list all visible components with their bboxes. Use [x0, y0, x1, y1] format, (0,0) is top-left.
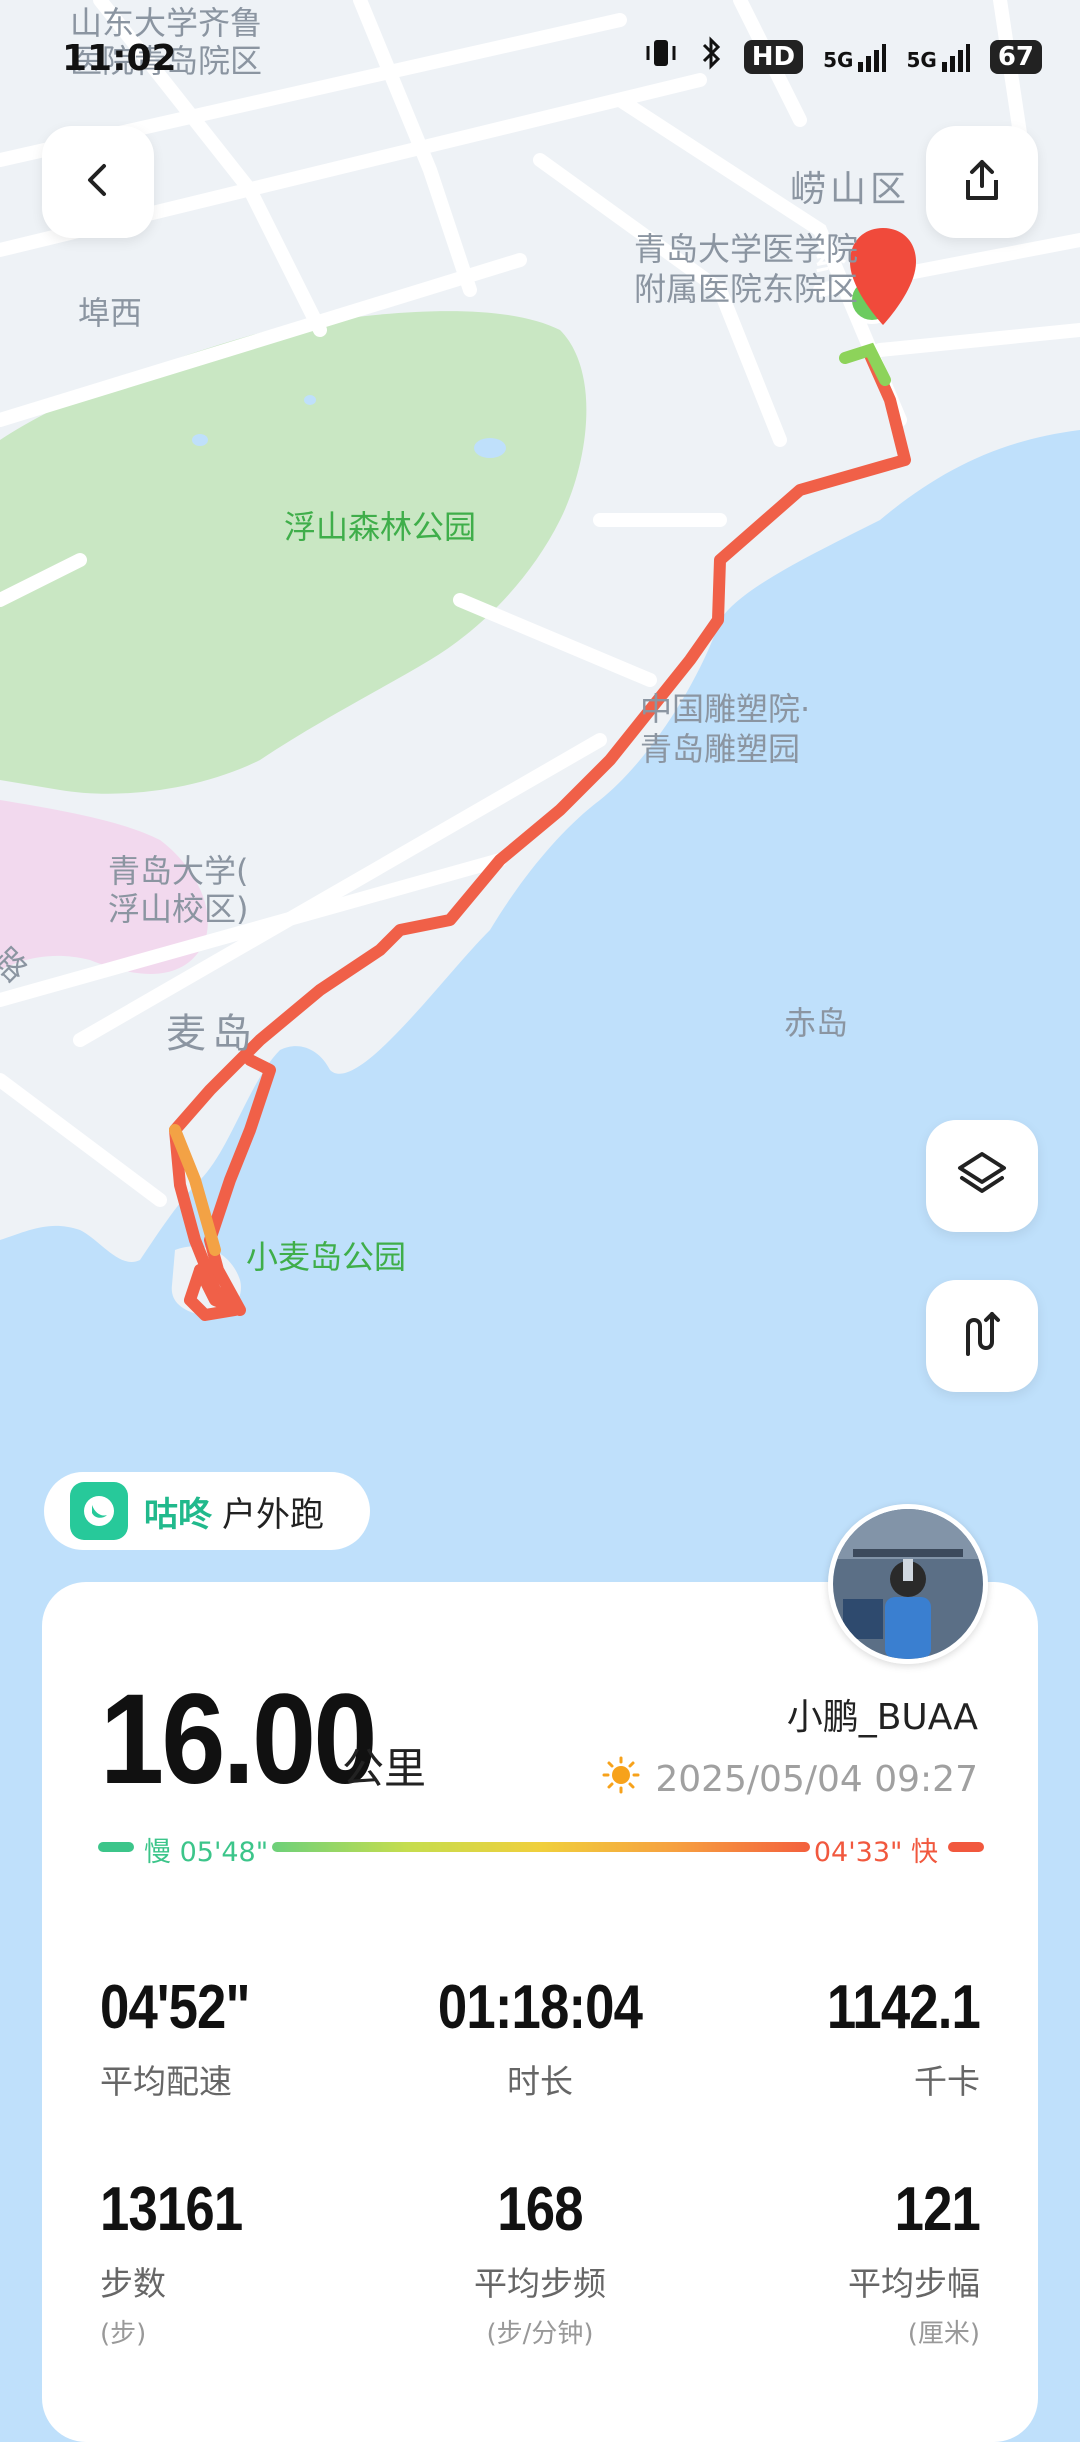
- stat-value: 04'52": [100, 1973, 251, 2042]
- workout-datetime: 2025/05/04 09:27: [601, 1755, 978, 1804]
- stat-label: 步数: [100, 2264, 166, 2303]
- slow-dot: [98, 1842, 134, 1852]
- map-label-xiaomaidao-park: 小麦岛公园: [246, 1238, 407, 1276]
- pace-gradient-legend: 慢 05'48" 04'33" 快: [98, 1830, 984, 1868]
- route-replay-button[interactable]: [926, 1280, 1038, 1392]
- stat-unit: (步): [100, 2319, 147, 2349]
- avatar[interactable]: [828, 1504, 988, 1664]
- sport-type: 户外跑: [222, 1494, 324, 1535]
- vibrate-icon: [644, 36, 678, 77]
- pace-slow-label: 慢 05'48": [144, 1837, 269, 1868]
- signal-5g-2-icon: 5G: [906, 42, 970, 72]
- username: 小鹏_BUAA: [786, 1697, 978, 1738]
- bluetooth-icon: [698, 36, 724, 77]
- share-button[interactable]: [926, 126, 1038, 238]
- map-label-laoshan: 崂山区: [790, 169, 911, 210]
- map-label-hospital-east-1: 青岛大学医学院: [634, 230, 859, 268]
- stat-calories: 1142.1 千卡: [680, 1972, 981, 2103]
- stat-value: 13161: [100, 2175, 243, 2244]
- stat-value: 168: [497, 2175, 583, 2244]
- map-label-sculpture-1: 中国雕塑院·: [640, 690, 811, 728]
- stat-value: 121: [894, 2175, 981, 2244]
- map-label-university-1: 青岛大学(: [108, 852, 249, 890]
- map-label-maidao: 麦岛: [166, 1011, 258, 1057]
- fast-dot: [948, 1842, 984, 1852]
- stat-value: 01:18:04: [437, 1973, 643, 2042]
- hd-badge: HD: [743, 39, 804, 74]
- codoon-logo-icon: [70, 1482, 128, 1540]
- map-layers-button[interactable]: [926, 1120, 1038, 1232]
- layers-icon: [954, 1146, 1010, 1206]
- status-time: 11:02: [62, 38, 177, 79]
- stat-unit: (厘米): [907, 2319, 980, 2349]
- stat-label: 时长: [507, 2062, 573, 2101]
- map-label-sculpture-2: 青岛雕塑园: [640, 730, 801, 768]
- map-label-chidao: 赤岛: [784, 1004, 849, 1042]
- battery-indicator: 67: [989, 39, 1042, 74]
- stat-value: 1142.1: [826, 1973, 981, 2042]
- stat-label: 千卡: [914, 2062, 980, 2101]
- map-label-hospital-east-2: 附属医院东院区: [634, 270, 859, 308]
- stat-label: 平均步频: [474, 2264, 606, 2303]
- signal-5g-icon: 5G: [823, 42, 887, 72]
- map-label-university-2: 浮山校区): [108, 890, 249, 928]
- brand-chip[interactable]: 咕咚 户外跑: [44, 1472, 370, 1550]
- distance-value: 16.00: [100, 1668, 377, 1811]
- brand-name: 咕咚: [144, 1494, 212, 1535]
- pace-gradient-bar: [272, 1842, 810, 1852]
- distance-unit: 公里: [342, 1744, 427, 1793]
- map-label-forest-park: 浮山森林公园: [284, 508, 477, 546]
- pace-fast-label: 04'33" 快: [813, 1837, 938, 1868]
- stat-duration: 01:18:04 时长: [390, 1972, 690, 2103]
- stat-unit: (步/分钟): [486, 2319, 594, 2349]
- chevron-left-icon: [78, 160, 118, 204]
- sun-icon: [601, 1755, 641, 1804]
- back-button[interactable]: [42, 126, 154, 238]
- stat-cadence: 168 平均步频 (步/分钟): [390, 2174, 690, 2350]
- share-icon: [958, 156, 1006, 208]
- datetime-text: 2025/05/04 09:27: [655, 1759, 978, 1800]
- stat-stride: 121 平均步幅 (厘米): [680, 2174, 981, 2350]
- route-icon: [954, 1306, 1010, 1366]
- stat-avg-pace: 04'52" 平均配速: [100, 1972, 276, 2103]
- map-label-fuxi: 埠西: [78, 294, 143, 332]
- stat-label: 平均步幅: [848, 2264, 980, 2303]
- stat-label: 平均配速: [100, 2062, 232, 2101]
- stat-steps: 13161 步数 (步): [100, 2174, 267, 2350]
- status-bar: 11:02 HD 5G 5G 67: [0, 0, 1080, 110]
